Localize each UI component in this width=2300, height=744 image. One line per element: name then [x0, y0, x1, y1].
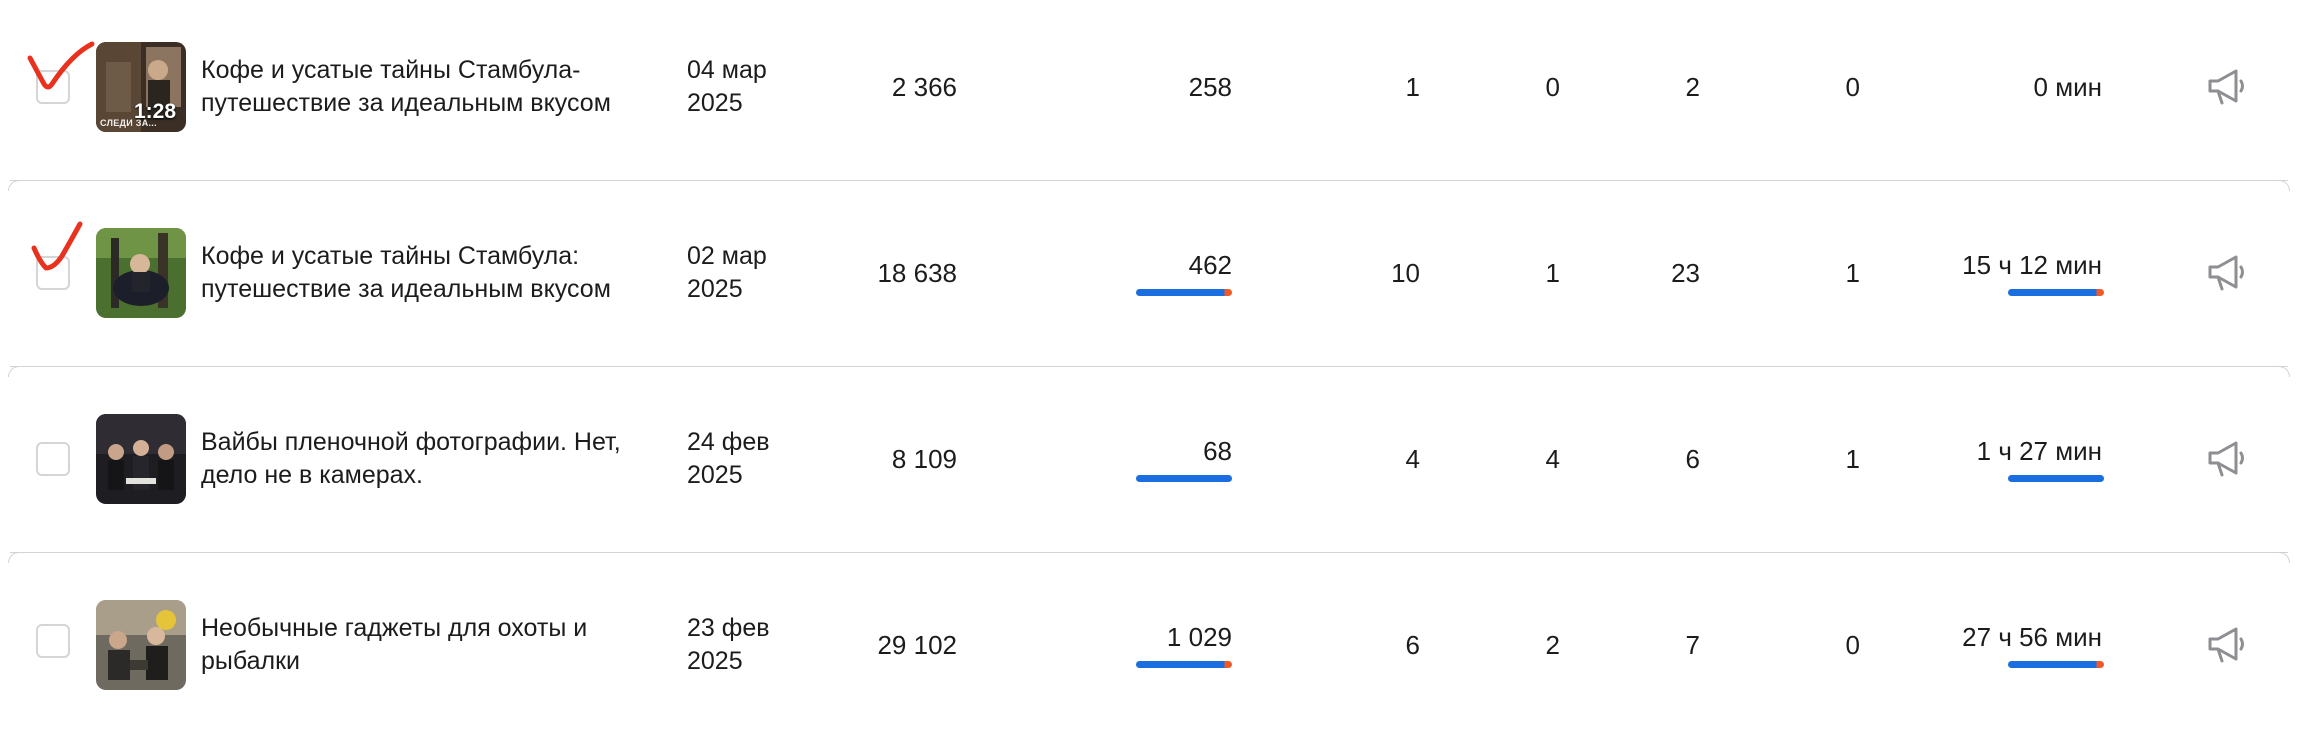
reach-progress-bar — [1136, 661, 1232, 668]
stat-count-3: 6 — [1685, 444, 1700, 474]
table-row[interactable]: Вайбы пленочной фотографии. Нет, дело не… — [0, 372, 2300, 558]
stat-count-4: 1 — [1845, 444, 1860, 474]
reach-count: 462 — [1188, 250, 1232, 280]
watch-time: 27 ч 56 мин — [1962, 622, 2102, 652]
watch-time: 1 ч 27 мин — [1976, 436, 2102, 466]
reach-count: 1 029 — [1166, 622, 1232, 652]
reach-progress-bar — [1136, 289, 1232, 296]
stat-count-4: 1 — [1845, 258, 1860, 288]
table-row[interactable]: Необычные гаджеты для охоты и рыбалки 23… — [0, 558, 2300, 744]
views-count: 8 109 — [891, 444, 957, 474]
video-thumbnail[interactable]: СЛЕДИ ЗА... 1:28 — [96, 42, 186, 132]
table-row[interactable]: СЛЕДИ ЗА... 1:28 Кофе и усатые тайны Ста… — [0, 0, 2300, 186]
video-title[interactable]: Кофе и усатые тайны Стамбула- путешестви… — [201, 54, 671, 120]
stat-count-3: 2 — [1685, 72, 1700, 102]
video-thumbnail[interactable] — [96, 228, 186, 318]
stat-count-4: 0 — [1845, 72, 1860, 102]
stat-count-2: 4 — [1545, 444, 1560, 474]
video-title[interactable]: Кофе и усатые тайны Стамбула: путешестви… — [201, 240, 671, 306]
reach-progress-bar — [1136, 475, 1232, 482]
publish-date: 24 фев 2025 — [687, 428, 770, 489]
megaphone-icon[interactable] — [2206, 67, 2248, 107]
stat-count-4: 0 — [1845, 630, 1860, 660]
stat-count-1: 10 — [1391, 258, 1420, 288]
stat-count-2: 1 — [1545, 258, 1560, 288]
megaphone-icon[interactable] — [2206, 253, 2248, 293]
publish-date: 04 мар 2025 — [687, 56, 767, 117]
red-checkmark-icon — [31, 221, 83, 271]
stat-count-2: 2 — [1545, 630, 1560, 660]
watch-time-progress-bar — [2008, 661, 2104, 668]
reach-count: 258 — [1188, 72, 1232, 102]
video-thumbnail[interactable] — [96, 600, 186, 690]
views-count: 18 638 — [877, 258, 957, 288]
views-count: 29 102 — [877, 630, 957, 660]
stat-count-1: 4 — [1405, 444, 1420, 474]
stat-count-1: 1 — [1405, 72, 1420, 102]
publish-date: 02 мар 2025 — [687, 242, 767, 303]
publish-date: 23 фев 2025 — [687, 614, 770, 675]
megaphone-icon[interactable] — [2206, 439, 2248, 479]
table-row[interactable]: Кофе и усатые тайны Стамбула: путешестви… — [0, 186, 2300, 372]
row-divider — [8, 180, 2290, 191]
megaphone-icon[interactable] — [2206, 625, 2248, 665]
red-checkmark-icon — [27, 41, 95, 90]
stat-count-3: 7 — [1685, 630, 1700, 660]
stat-count-2: 0 — [1545, 72, 1560, 102]
stat-count-1: 6 — [1405, 630, 1420, 660]
video-thumbnail[interactable] — [96, 414, 186, 504]
watch-time-progress-bar — [2008, 475, 2104, 482]
watch-time: 15 ч 12 мин — [1962, 250, 2102, 280]
views-count: 2 366 — [891, 72, 957, 102]
row-checkbox[interactable] — [36, 442, 70, 476]
watch-time: 0 мин — [2033, 72, 2102, 102]
reach-count: 68 — [1203, 436, 1232, 466]
row-checkbox[interactable] — [36, 624, 70, 658]
video-title[interactable]: Вайбы пленочной фотографии. Нет, дело не… — [201, 426, 671, 492]
row-divider — [8, 552, 2290, 563]
watch-time-progress-bar — [2008, 289, 2104, 296]
video-title[interactable]: Необычные гаджеты для охоты и рыбалки — [201, 612, 671, 678]
stat-count-3: 23 — [1671, 258, 1700, 288]
row-divider — [8, 366, 2290, 377]
video-duration: 1:28 — [133, 100, 176, 123]
